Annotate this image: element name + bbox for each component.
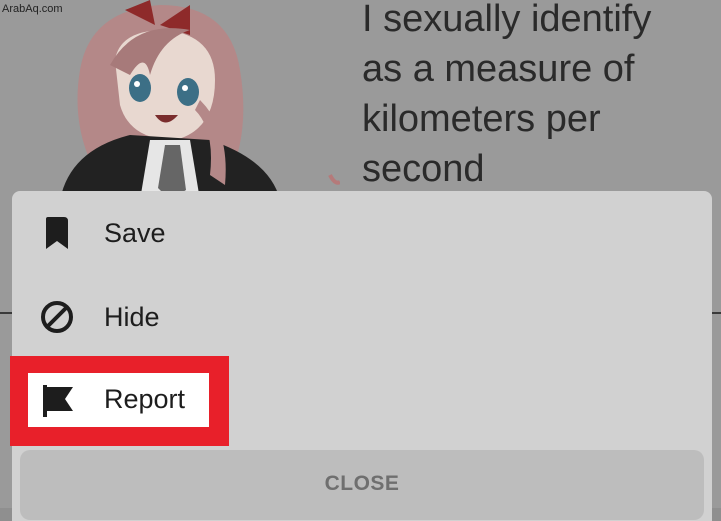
meme-caption: I sexually identify as a measure of kilo… [362,0,652,190]
hide-icon [40,300,74,334]
post-divider-right [712,312,721,314]
close-button[interactable]: CLOSE [20,450,704,520]
menu-item-label: Save [104,217,166,248]
watermark: ArabAq.com [2,3,63,15]
flag-icon [41,384,75,418]
post-divider-left [0,312,12,314]
menu-item-save[interactable]: Save [12,191,712,275]
menu-item-hide[interactable]: Hide [12,275,712,359]
menu-item-report[interactable]: Report [28,373,209,427]
bookmark-icon [40,216,74,250]
menu-item-label: Hide [104,301,160,332]
anime-character-image [60,0,340,200]
menu-item-label: Report [104,384,186,414]
